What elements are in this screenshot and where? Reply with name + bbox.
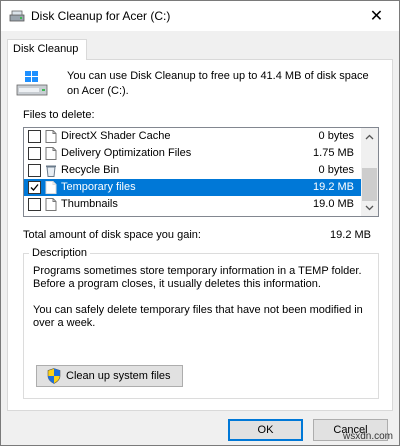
window-title: Disk Cleanup for Acer (C:) — [31, 9, 171, 23]
chevron-up-icon — [365, 134, 374, 139]
list-item[interactable]: DirectX Shader Cache 0 bytes — [24, 128, 362, 145]
item-size: 1.75 MB — [313, 147, 354, 159]
item-name: Recycle Bin — [61, 164, 120, 176]
item-name: Thumbnails — [61, 198, 118, 210]
scroll-down-button[interactable] — [361, 199, 378, 216]
tab-disk-cleanup[interactable]: Disk Cleanup — [7, 39, 87, 60]
item-size: 0 bytes — [318, 164, 354, 176]
checkbox[interactable] — [28, 198, 41, 211]
checkbox[interactable] — [28, 164, 41, 177]
files-to-delete-label: Files to delete: — [23, 109, 95, 121]
scrollbar-thumb[interactable] — [362, 168, 377, 201]
item-name: DirectX Shader Cache — [61, 130, 171, 142]
item-size: 0 bytes — [318, 130, 354, 142]
file-icon — [45, 130, 57, 143]
close-icon: ✕ — [369, 8, 384, 25]
files-list[interactable]: DirectX Shader Cache 0 bytes Delivery Op… — [23, 127, 379, 217]
watermark: wsxdn.com — [342, 431, 393, 442]
item-size: 19.2 MB — [313, 181, 354, 193]
vertical-scrollbar[interactable] — [361, 128, 378, 216]
disk-cleanup-icon — [9, 10, 25, 22]
file-icon — [45, 181, 57, 194]
checkbox[interactable] — [28, 130, 41, 143]
clean-up-system-files-button[interactable]: Clean up system files — [36, 365, 183, 387]
description-legend: Description — [29, 247, 91, 259]
list-item[interactable]: Delivery Optimization Files 1.75 MB — [24, 145, 362, 162]
recycle-bin-icon — [46, 165, 56, 177]
list-item[interactable]: Recycle Bin 0 bytes — [24, 162, 362, 179]
scroll-up-button[interactable] — [361, 128, 378, 145]
description-text: Programs sometimes store temporary infor… — [33, 265, 363, 343]
intro-text: You can use Disk Cleanup to free up to 4… — [67, 70, 369, 97]
description-paragraph: Programs sometimes store temporary infor… — [33, 265, 362, 290]
item-name: Temporary files — [61, 181, 136, 193]
button-label: Clean up system files — [66, 370, 171, 382]
list-item[interactable]: Thumbnails 19.0 MB — [24, 196, 362, 213]
chevron-down-icon — [365, 205, 374, 210]
tab-label: Disk Cleanup — [13, 43, 79, 55]
checkmark-icon — [30, 184, 39, 191]
file-icon — [45, 198, 57, 211]
disk-cleanup-window: Disk Cleanup for Acer (C:) ✕ Disk Cleanu… — [0, 0, 400, 446]
list-item-selected[interactable]: Temporary files 19.2 MB — [24, 179, 362, 196]
checkbox-checked[interactable] — [28, 181, 41, 194]
close-button[interactable]: ✕ — [354, 1, 399, 31]
item-name: Delivery Optimization Files — [61, 147, 192, 159]
title-bar[interactable]: Disk Cleanup for Acer (C:) ✕ — [1, 1, 399, 31]
total-value: 19.2 MB — [330, 229, 371, 241]
drive-icon — [16, 71, 48, 96]
total-label: Total amount of disk space you gain: — [23, 229, 201, 241]
uac-shield-icon — [47, 368, 61, 384]
file-icon — [45, 147, 57, 160]
ok-button[interactable]: OK — [228, 419, 303, 441]
checkbox[interactable] — [28, 147, 41, 160]
item-size: 19.0 MB — [313, 198, 354, 210]
description-paragraph: You can safely delete temporary files th… — [33, 304, 363, 329]
